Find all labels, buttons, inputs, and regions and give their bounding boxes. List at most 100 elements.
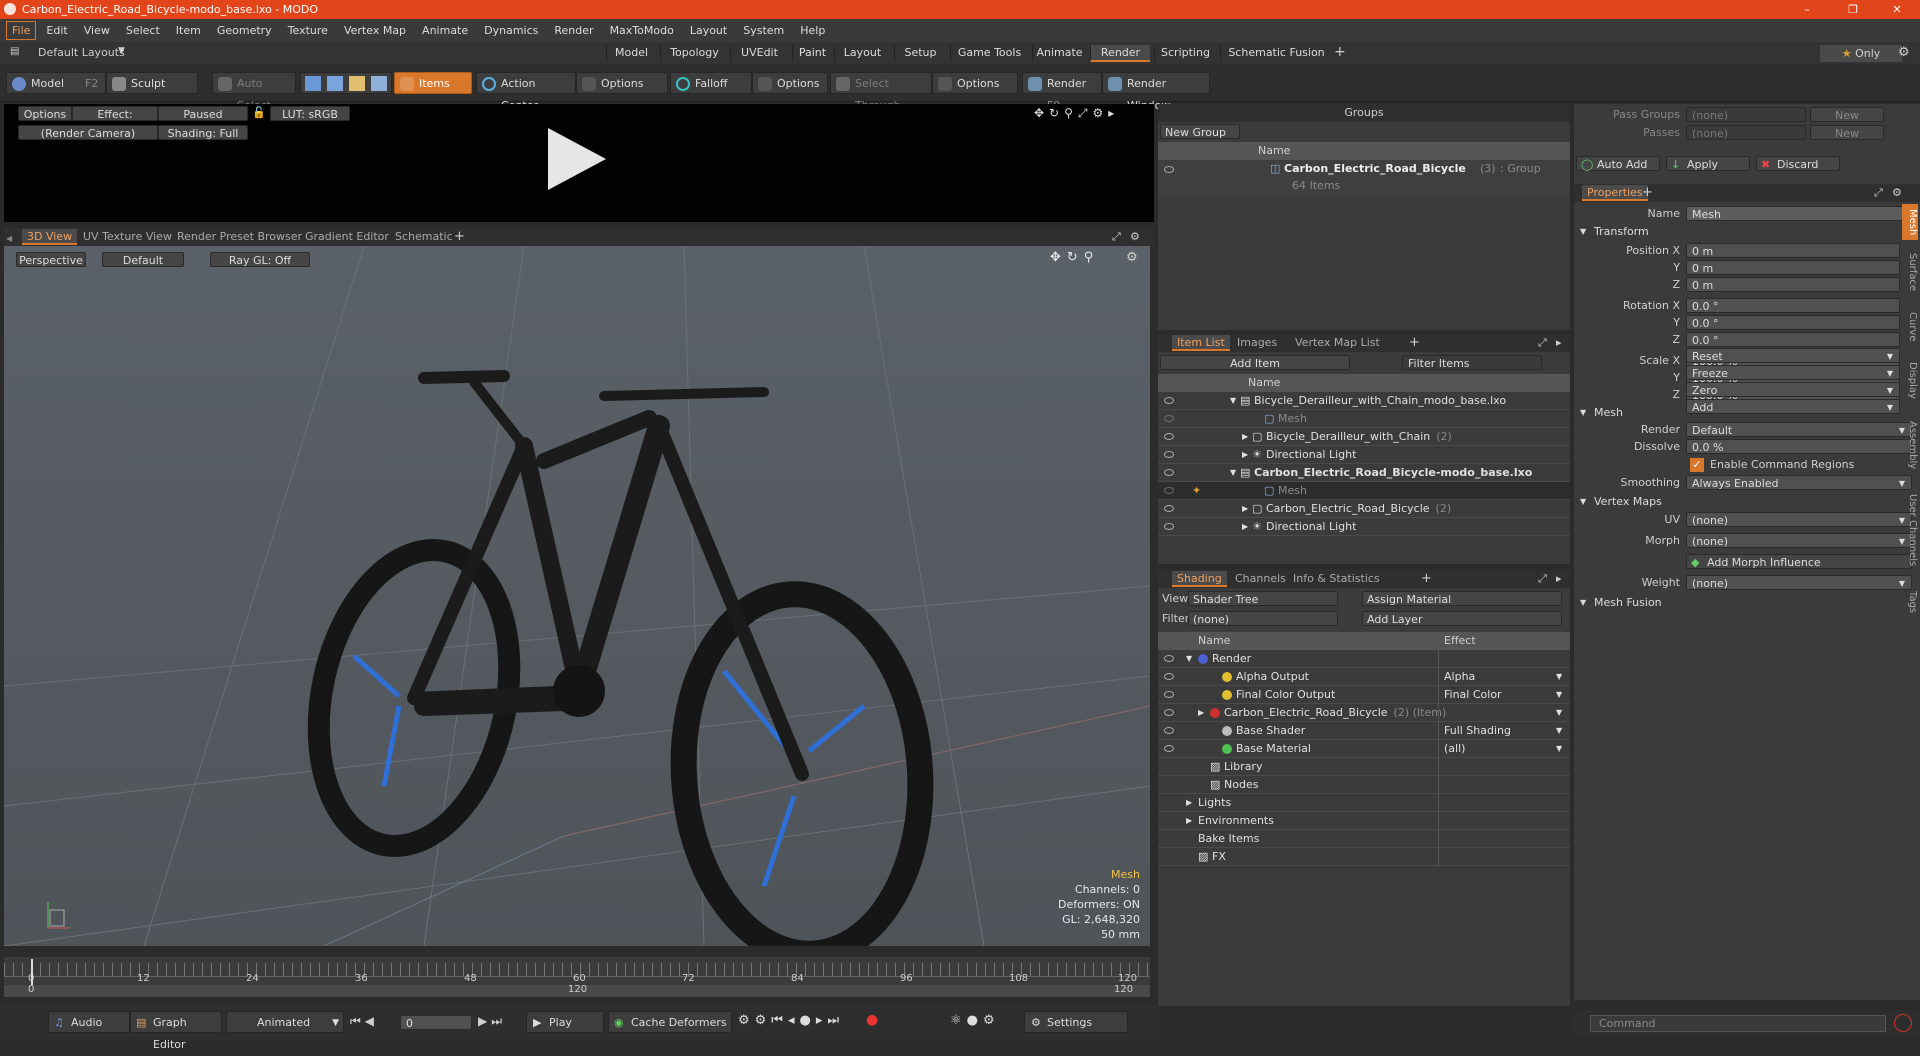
layout-tab-model[interactable]: Model	[606, 45, 656, 62]
shader-row[interactable]: ▶ Lights	[1158, 794, 1570, 812]
expand-icon[interactable]: ▶	[1242, 446, 1248, 464]
transform-zero-dropdown[interactable]: Zero ▼	[1686, 382, 1900, 397]
render-preview[interactable]: Options Effect: (Shadi... Paused 🔓 LUT: …	[4, 104, 1154, 222]
menu-animate[interactable]: Animate	[414, 19, 476, 42]
menu-dynamics[interactable]: Dynamics	[476, 19, 546, 42]
lock-icon[interactable]: 🔓	[252, 106, 266, 119]
layout-tab-animate[interactable]: Animate	[1032, 45, 1086, 62]
3d-viewport[interactable]: Perspective Default Ray GL: Off ✥↻⚲ ⚙ Me…	[4, 246, 1150, 946]
weight-dropdown[interactable]: (none) ▼	[1686, 575, 1912, 590]
frame-input[interactable]: 0	[400, 1015, 472, 1030]
falloff-button[interactable]: Falloff	[670, 72, 752, 94]
add-item-dropdown[interactable]: Add Item	[1160, 355, 1350, 370]
item-list-row[interactable]: ▶ ☀ Directional Light	[1158, 446, 1570, 464]
action-center-button[interactable]: Action Center	[476, 72, 576, 112]
filter-items-input[interactable]: Filter Items	[1402, 355, 1542, 370]
chevron-down-icon[interactable]: ▼	[118, 46, 125, 56]
eye-icon[interactable]	[1164, 415, 1174, 422]
menu-file[interactable]: File	[6, 21, 37, 40]
step-forward-icons[interactable]: ▶⏭	[478, 1014, 506, 1029]
play-icon[interactable]	[544, 126, 610, 192]
item-list-row[interactable]: ✦ ▢ Mesh	[1158, 482, 1570, 500]
side-tab-user-channels[interactable]: User Channels	[1902, 481, 1918, 580]
shader-row[interactable]: Final Color Output Final Color ▼	[1158, 686, 1570, 704]
vertex-mode-icon[interactable]	[305, 76, 321, 91]
layout-tab-topology[interactable]: Topology	[660, 45, 728, 62]
render-window-button[interactable]: Render Window	[1102, 72, 1210, 112]
side-tab-curve[interactable]: Curve	[1902, 305, 1918, 348]
auto-add-button[interactable]: ◯ Auto Add	[1576, 156, 1660, 171]
expand-icon[interactable]: ▶	[1186, 794, 1192, 812]
eye-icon[interactable]	[1164, 487, 1174, 494]
effect-value[interactable]: Final Color	[1444, 686, 1502, 704]
transform-freeze-dropdown[interactable]: Freeze ▼	[1686, 365, 1900, 380]
expand-icon[interactable]: ▶	[1198, 704, 1204, 722]
new-group-button[interactable]: New Group	[1160, 124, 1240, 139]
layout-tab-scripting[interactable]: Scripting	[1154, 45, 1216, 62]
menu-help[interactable]: Help	[792, 19, 833, 42]
smoothing-dropdown[interactable]: Always Enabled ▼	[1686, 475, 1912, 490]
shader-row[interactable]: ▶ Carbon_Electric_Road_Bicycle (2) (Item) ▼	[1158, 704, 1570, 722]
side-tab-assembly[interactable]: Assembly	[1902, 413, 1918, 477]
select-through-button[interactable]: Select Through	[830, 72, 932, 112]
rotation-y-field[interactable]: 0.0 °	[1686, 315, 1900, 330]
add-tab-icon[interactable]: +	[1409, 334, 1420, 352]
eye-icon[interactable]	[1164, 397, 1174, 404]
expand-icon[interactable]: ▼	[1230, 464, 1236, 482]
effect-dropdown[interactable]: Effect: (Shadi...	[72, 106, 158, 136]
layout-tab-setup[interactable]: Setup	[894, 45, 946, 62]
layout-tab-schematic-fusion[interactable]: Schematic Fusion	[1220, 45, 1332, 62]
command-input[interactable]: Command	[1590, 1015, 1886, 1032]
viewport-nav-icons[interactable]: ✥↻⚲	[1050, 250, 1099, 265]
shader-row[interactable]: ▶ Environments	[1158, 812, 1570, 830]
menu-vertex-map[interactable]: Vertex Map	[336, 19, 414, 42]
bicycle-model[interactable]	[293, 370, 934, 946]
model-mode-button[interactable]: Model F2	[6, 72, 106, 94]
camera-dropdown[interactable]: (Render Camera)	[18, 125, 158, 140]
default-layouts-dropdown[interactable]: Default Layouts	[38, 46, 125, 59]
key-tools-icons[interactable]: ⚙⚙⏮◂●▸⏭	[738, 1013, 844, 1028]
chevron-down-icon[interactable]: ▼	[1556, 668, 1562, 686]
layout-tab-layout[interactable]: Layout	[834, 45, 890, 62]
shader-row[interactable]: Base Material (all) ▼	[1158, 740, 1570, 758]
add-layer-dropdown[interactable]: Add Layer	[1362, 611, 1562, 626]
eye-icon[interactable]	[1164, 433, 1174, 440]
preview-options-button[interactable]: Options	[18, 106, 72, 121]
eye-icon[interactable]	[1164, 505, 1174, 512]
itemlist-tab-images[interactable]: Images	[1232, 335, 1282, 351]
eye-icon[interactable]	[1164, 727, 1174, 734]
sculpt-button[interactable]: Sculpt	[106, 72, 198, 94]
animated-dropdown[interactable]: Animated ▼	[226, 1011, 344, 1033]
mesh-section[interactable]: ▼ Mesh	[1574, 404, 1623, 422]
preview-nav-icons[interactable]: ✥↻⚲⤢⚙▸	[1034, 106, 1119, 121]
default-style-dropdown[interactable]: Default	[102, 252, 184, 267]
lut-dropdown[interactable]: LUT: sRGB	[270, 106, 350, 121]
shader-row[interactable]: Base Shader Full Shading ▼	[1158, 722, 1570, 740]
graph-editor-button[interactable]: ▤ Graph Editor	[130, 1011, 222, 1051]
chevron-down-icon[interactable]: ▼	[1556, 704, 1562, 722]
view-tab-render-preset-browser[interactable]: Render Preset Browser	[172, 229, 307, 245]
key-filter-icons[interactable]: ⚛●⚙	[950, 1013, 1000, 1028]
gear-icon[interactable]: ⚙	[1898, 45, 1910, 60]
new-pass-group-button[interactable]: New	[1810, 107, 1884, 122]
menu-icon[interactable]: ▸	[1556, 334, 1562, 352]
morph-dropdown[interactable]: (none) ▼	[1686, 533, 1912, 548]
assign-material-button[interactable]: Assign Material	[1362, 591, 1562, 606]
view-tab-uv-texture-view[interactable]: UV Texture View	[78, 229, 177, 245]
command-regions-checkbox[interactable]: ✓	[1690, 458, 1704, 472]
menu-texture[interactable]: Texture	[280, 19, 336, 42]
expand-icon[interactable]: ▼	[1230, 392, 1236, 410]
shader-row[interactable]: ▼ Render	[1158, 650, 1570, 668]
shader-row[interactable]: Bake Items	[1158, 830, 1570, 848]
pin-icon[interactable]: ✦	[1192, 482, 1201, 500]
minimize-icon[interactable]: –	[1784, 0, 1830, 19]
shader-row[interactable]: ▨ Nodes	[1158, 776, 1570, 794]
cache-deformers-button[interactable]: ◉ Cache Deformers	[608, 1011, 732, 1033]
item-list-row[interactable]: ▶ ▢ Bicycle_Derailleur_with_Chain (2)	[1158, 428, 1570, 446]
transform-reset-dropdown[interactable]: Reset ▼	[1686, 348, 1900, 363]
edge-mode-icon[interactable]	[327, 76, 343, 91]
eye-icon[interactable]	[1164, 709, 1174, 716]
falloff-options[interactable]: Options	[752, 72, 828, 94]
properties-tab[interactable]: Properties	[1582, 185, 1648, 201]
paused-toggle[interactable]: Paused	[158, 106, 248, 121]
